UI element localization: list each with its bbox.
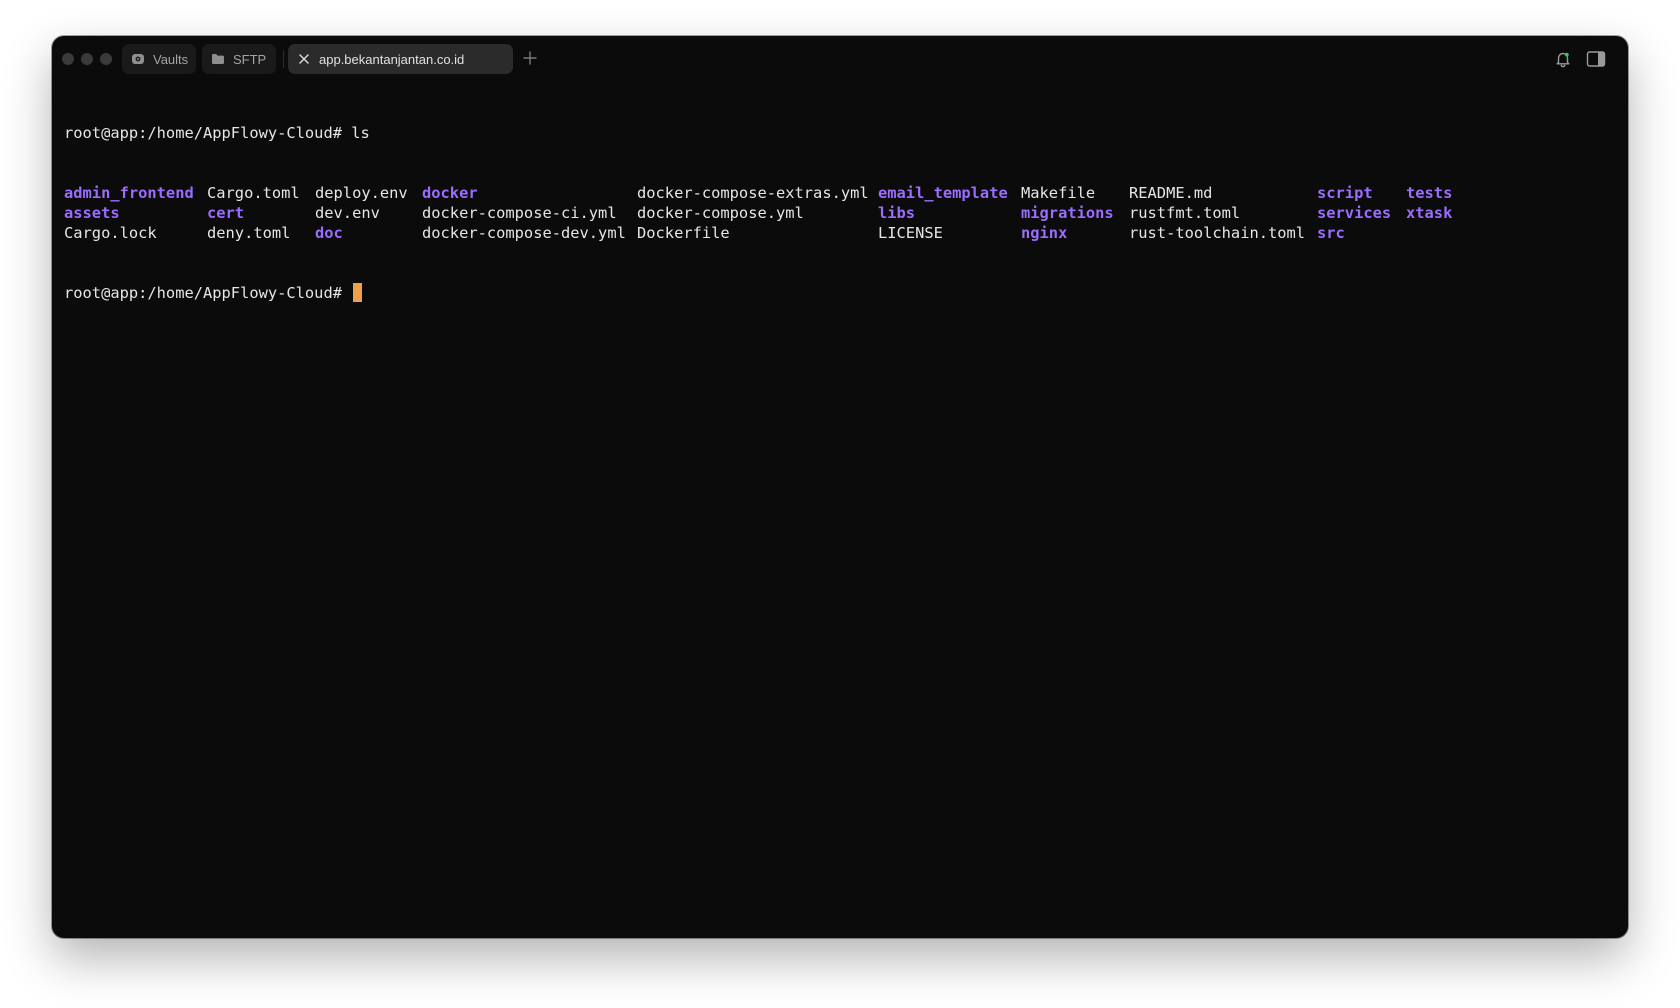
close-icon[interactable] <box>296 51 312 67</box>
prompt-line: root@app:/home/AppFlowy-Cloud# <box>64 283 1616 303</box>
new-tab-button[interactable] <box>520 48 540 68</box>
prompt: root@app:/home/AppFlowy-Cloud# <box>64 124 342 142</box>
zoom-window-button[interactable] <box>100 53 112 65</box>
tab-sftp[interactable]: SFTP <box>202 44 276 74</box>
directory-entry: xtask <box>1406 204 1453 222</box>
tab-label: app.bekantanjantan.co.id <box>319 51 465 67</box>
vault-icon <box>130 51 146 67</box>
minimize-window-button[interactable] <box>81 53 93 65</box>
file-entry: Makefile <box>1021 184 1096 202</box>
file-entry: docker-compose-ci.yml <box>422 204 617 222</box>
directory-entry: libs <box>878 204 916 222</box>
directory-entry: assets <box>64 204 120 222</box>
close-window-button[interactable] <box>62 53 74 65</box>
terminal-output[interactable]: root@app:/home/AppFlowy-Cloud# ls admin_… <box>64 83 1616 928</box>
file-entry: deploy.env <box>315 184 408 202</box>
tab-vaults[interactable]: Vaults <box>122 44 196 74</box>
ls-output: admin_frontend Cargo.toml deploy.env docker… <box>64 183 1616 243</box>
tab-divider <box>283 50 284 68</box>
file-entry: deny.toml <box>207 224 291 242</box>
file-entry: rust-toolchain.toml <box>1129 224 1306 242</box>
directory-entry: src <box>1317 224 1345 242</box>
cursor <box>353 283 363 302</box>
directory-entry: email_template <box>878 184 1008 202</box>
notifications-button[interactable] <box>1554 50 1572 68</box>
terminal-window: Vaults SFTP app.bekantanjantan.co.id roo… <box>52 36 1628 938</box>
directory-entry: admin_frontend <box>64 184 194 202</box>
plus-icon <box>523 51 537 65</box>
directory-entry: tests <box>1406 184 1453 202</box>
file-entry: Cargo.lock <box>64 224 157 242</box>
tab-app-bekantanjantan[interactable]: app.bekantanjantan.co.id <box>288 44 513 74</box>
tab-label: Vaults <box>153 51 189 67</box>
file-entry: docker-compose.yml <box>637 204 804 222</box>
directory-entry: services <box>1317 204 1392 222</box>
file-entry: docker-compose-extras.yml <box>637 184 869 202</box>
sidebar-toggle-icon <box>1586 51 1606 67</box>
title-bar: Vaults SFTP app.bekantanjantan.co.id <box>52 36 1628 84</box>
sidebar-toggle-button[interactable] <box>1586 50 1606 68</box>
prompt: root@app:/home/AppFlowy-Cloud# <box>64 284 342 302</box>
bell-icon <box>1556 52 1570 68</box>
directory-entry: docker <box>422 184 478 202</box>
ls-row: Cargo.lock deny.toml doc docker-compose-dev… <box>64 223 1616 243</box>
folder-icon <box>210 51 226 67</box>
tab-label: SFTP <box>233 51 267 67</box>
directory-entry: script <box>1317 184 1373 202</box>
file-entry: Dockerfile <box>637 224 730 242</box>
file-entry: dev.env <box>315 204 380 222</box>
command-line: root@app:/home/AppFlowy-Cloud# ls <box>64 123 1616 143</box>
ls-row: assets cert dev.env docker-compose-ci.yml do… <box>64 203 1616 223</box>
file-entry: Cargo.toml <box>207 184 300 202</box>
ls-row: admin_frontend Cargo.toml deploy.env docker… <box>64 183 1616 203</box>
file-entry: README.md <box>1129 184 1213 202</box>
window-controls <box>62 53 112 65</box>
directory-entry: doc <box>315 224 343 242</box>
directory-entry: cert <box>207 204 245 222</box>
file-entry: docker-compose-dev.yml <box>422 224 626 242</box>
command: ls <box>351 124 370 142</box>
file-entry: LICENSE <box>878 224 943 242</box>
file-entry: rustfmt.toml <box>1129 204 1241 222</box>
directory-entry: nginx <box>1021 224 1068 242</box>
directory-entry: migrations <box>1021 204 1114 222</box>
